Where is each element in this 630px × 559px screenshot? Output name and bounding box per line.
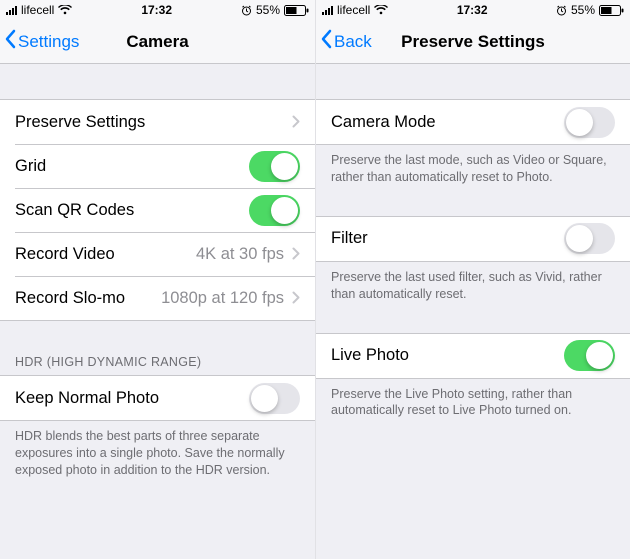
back-label: Back bbox=[334, 32, 372, 52]
row-scan-qr: Scan QR Codes bbox=[0, 188, 315, 232]
row-record-video[interactable]: Record Video 4K at 30 fps bbox=[0, 232, 315, 276]
phone-left: lifecell 17:32 55% Sett bbox=[0, 0, 315, 559]
row-label: Grid bbox=[15, 157, 249, 176]
row-label: Live Photo bbox=[331, 346, 564, 365]
section-header-hdr: HDR (HIGH DYNAMIC RANGE) bbox=[0, 349, 315, 375]
row-label: Scan QR Codes bbox=[15, 201, 249, 220]
battery-icon bbox=[284, 5, 309, 16]
toggle-scan-qr[interactable] bbox=[249, 195, 300, 226]
back-button[interactable]: Settings bbox=[0, 29, 79, 54]
battery-pct-label: 55% bbox=[571, 3, 595, 17]
row-label: Record Slo-mo bbox=[15, 289, 161, 308]
row-label: Preserve Settings bbox=[15, 113, 292, 132]
toggle-filter[interactable] bbox=[564, 223, 615, 254]
row-detail: 1080p at 120 fps bbox=[161, 289, 284, 308]
section-footer-camera-mode: Preserve the last mode, such as Video or… bbox=[316, 145, 630, 196]
row-detail: 4K at 30 fps bbox=[196, 245, 284, 264]
section-footer-hdr: HDR blends the best parts of three separ… bbox=[0, 421, 315, 489]
battery-pct-label: 55% bbox=[256, 3, 280, 17]
alarm-icon bbox=[241, 5, 252, 16]
back-button[interactable]: Back bbox=[316, 29, 372, 54]
chevron-right-icon bbox=[292, 244, 300, 265]
row-label: Filter bbox=[331, 229, 564, 248]
row-keep-normal-photo: Keep Normal Photo bbox=[0, 376, 315, 420]
status-bar: lifecell 17:32 55% bbox=[0, 0, 315, 20]
wifi-icon bbox=[58, 5, 72, 15]
chevron-right-icon bbox=[292, 288, 300, 309]
signal-icon bbox=[6, 5, 17, 15]
toggle-live-photo[interactable] bbox=[564, 340, 615, 371]
row-grid: Grid bbox=[0, 144, 315, 188]
filter-group: Filter bbox=[316, 216, 630, 262]
alarm-icon bbox=[556, 5, 567, 16]
wifi-icon bbox=[374, 5, 388, 15]
section-footer-live-photo: Preserve the Live Photo setting, rather … bbox=[316, 379, 630, 430]
carrier-label: lifecell bbox=[21, 3, 54, 17]
row-label: Keep Normal Photo bbox=[15, 389, 249, 408]
live-photo-group: Live Photo bbox=[316, 333, 630, 379]
row-label: Record Video bbox=[15, 245, 196, 264]
row-preserve-settings[interactable]: Preserve Settings bbox=[0, 100, 315, 144]
clock-label: 17:32 bbox=[457, 3, 488, 17]
row-record-slomo[interactable]: Record Slo-mo 1080p at 120 fps bbox=[0, 276, 315, 320]
chevron-left-icon bbox=[320, 29, 332, 54]
row-camera-mode: Camera Mode bbox=[316, 100, 630, 144]
row-live-photo: Live Photo bbox=[316, 334, 630, 378]
toggle-camera-mode[interactable] bbox=[564, 107, 615, 138]
clock-label: 17:32 bbox=[141, 3, 172, 17]
battery-icon bbox=[599, 5, 624, 16]
settings-group: Preserve Settings Grid Scan QR Codes Rec… bbox=[0, 99, 315, 321]
nav-bar: Settings Camera bbox=[0, 20, 315, 64]
row-label: Camera Mode bbox=[331, 113, 564, 132]
hdr-group: Keep Normal Photo bbox=[0, 375, 315, 421]
camera-mode-group: Camera Mode bbox=[316, 99, 630, 145]
toggle-keep-normal-photo[interactable] bbox=[249, 383, 300, 414]
section-footer-filter: Preserve the last used filter, such as V… bbox=[316, 262, 630, 313]
carrier-label: lifecell bbox=[337, 3, 370, 17]
phone-right: lifecell 17:32 55% Back bbox=[315, 0, 630, 559]
back-label: Settings bbox=[18, 32, 79, 52]
status-bar: lifecell 17:32 55% bbox=[316, 0, 630, 20]
row-filter: Filter bbox=[316, 217, 630, 261]
chevron-right-icon bbox=[292, 112, 300, 133]
nav-bar: Back Preserve Settings bbox=[316, 20, 630, 64]
signal-icon bbox=[322, 5, 333, 15]
toggle-grid[interactable] bbox=[249, 151, 300, 182]
chevron-left-icon bbox=[4, 29, 16, 54]
